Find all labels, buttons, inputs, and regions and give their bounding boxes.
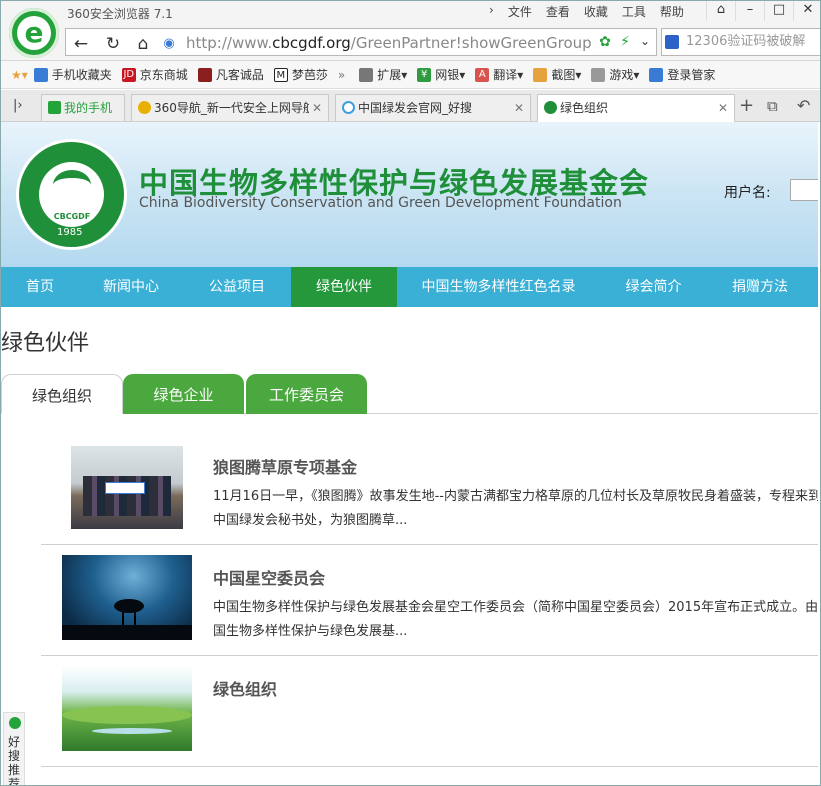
subtab-green-enterprise[interactable]: 绿色企业: [123, 374, 244, 414]
bookmark-games[interactable]: 游戏 ▾: [591, 66, 639, 83]
tab-close-icon[interactable]: ✕: [514, 95, 524, 121]
maximize-button[interactable]: □: [764, 1, 793, 21]
m-icon: M: [273, 67, 288, 82]
list-item[interactable]: 狼图腾草原专项基金 11月16日一早，《狼图腾》故事发生地--内蒙古满都宝力格草…: [41, 433, 818, 545]
reload-icon[interactable]: ↻: [100, 34, 126, 54]
list-item[interactable]: 中国星空委员会 中国生物多样性保护与绿色发展基金会星空工作委员会（简称中国星空委…: [41, 545, 818, 656]
360-nav-tab-icon: [138, 101, 151, 114]
site-banner: CBCGDF 1985 中国生物多样性保护与绿色发展基金会 China Biod…: [1, 122, 818, 267]
menu-bar: › 文件 查看 收藏 工具 帮助: [489, 3, 698, 20]
cbcgdf-logo[interactable]: CBCGDF 1985: [16, 139, 127, 250]
subtab-green-org[interactable]: 绿色组织: [1, 374, 123, 414]
tab-bar: |› 我的手机 360导航_新一代安全上网导航 ✕ 中国绿发会官网_好搜 ✕ 绿色组…: [1, 90, 820, 122]
item-description: 中国生物多样性保护与绿色发展基金会星空工作委员会（简称中国星空委员会）2015年…: [213, 600, 818, 639]
haosou-tab-icon: [342, 101, 355, 114]
back-arrow-icon[interactable]: ←: [68, 34, 94, 54]
address-box[interactable]: ← ↻ ⌂ ◉ http://www.cbcgdf.org/GreenPartn…: [65, 28, 657, 56]
site-name-en: China Biodiversity Conservation and Gree…: [139, 195, 622, 211]
main-nav: 首页 新闻中心 公益项目 绿色伙伴 中国生物多样性红色名录 绿会简介 捐赠方法: [1, 267, 818, 307]
menu-tools[interactable]: 工具: [622, 3, 646, 20]
bookmark-extensions[interactable]: 扩展 ▾: [359, 66, 407, 83]
add-favorite-icon[interactable]: ★▾: [11, 68, 28, 82]
more-bookmarks-icon[interactable]: »: [338, 68, 345, 82]
nav-projects[interactable]: 公益项目: [183, 267, 291, 307]
jd-icon: JD: [121, 67, 136, 82]
search-input[interactable]: 12306验证码被破解: [661, 28, 820, 56]
username-label: 用户名:: [724, 185, 771, 201]
item-title[interactable]: 中国星空委员会: [213, 565, 325, 589]
menu-file[interactable]: 文件: [508, 3, 532, 20]
item-thumbnail[interactable]: [62, 555, 192, 640]
url-field[interactable]: http://www.cbcgdf.org/GreenPartner!showG…: [186, 34, 596, 52]
item-title[interactable]: 绿色组织: [213, 676, 277, 700]
gamepad-icon: [591, 67, 606, 82]
nav-home[interactable]: 首页: [1, 267, 79, 307]
tab-360-nav[interactable]: 360导航_新一代安全上网导航 ✕: [131, 94, 329, 121]
site-info-icon[interactable]: ◉: [156, 36, 182, 51]
key-icon: [649, 67, 664, 82]
url-dropdown-icon[interactable]: ⌄: [632, 34, 658, 48]
bookmark-phone[interactable]: 手机收藏夹: [33, 66, 112, 83]
new-tab-icon[interactable]: +: [739, 95, 754, 116]
menu-favorites[interactable]: 收藏: [584, 3, 608, 20]
haosou-recommend-panel[interactable]: 好搜推荐: [3, 712, 25, 785]
app-title: 360安全浏览器 7.1: [67, 7, 173, 21]
bookmark-screenshot[interactable]: 截图 ▾: [533, 66, 581, 83]
haosou-icon: [9, 717, 21, 729]
vancl-icon: [197, 67, 212, 82]
phone-icon: [33, 67, 48, 82]
tab-haosou[interactable]: 中国绿发会官网_好搜 ✕: [335, 94, 531, 121]
close-window-button[interactable]: ✕: [793, 1, 820, 21]
tab-my-phone[interactable]: 我的手机: [41, 94, 125, 121]
title-bar: 360安全浏览器 7.1 › 文件 查看 收藏 工具 帮助 ⌂ – □ ✕: [1, 1, 820, 25]
phone-tab-icon: [48, 101, 61, 114]
nav-news[interactable]: 新闻中心: [79, 267, 183, 307]
cbcgdf-tab-icon: [544, 101, 557, 114]
bookmark-translate[interactable]: A 翻译 ▾: [475, 66, 523, 83]
nav-about[interactable]: 绿会简介: [600, 267, 707, 307]
subtab-bar: 绿色组织 绿色企业 工作委员会: [1, 374, 818, 414]
nav-green-partner[interactable]: 绿色伙伴: [291, 267, 397, 307]
bookmark-login[interactable]: 登录管家: [649, 66, 715, 83]
tab-green-org[interactable]: 绿色组织 ✕: [537, 94, 735, 122]
bank-icon: ¥: [417, 67, 432, 82]
undo-close-icon[interactable]: ↶: [797, 96, 810, 115]
menu-help[interactable]: 帮助: [660, 3, 684, 20]
browser-logo-icon[interactable]: e: [9, 8, 59, 58]
username-input[interactable]: [790, 179, 818, 201]
tab-close-icon[interactable]: ✕: [718, 95, 728, 121]
bookmark-jd[interactable]: JD 京东商城: [121, 66, 188, 83]
bookmarks-bar: ★▾ 手机收藏夹 JD 京东商城 凡客诚品 M 梦芭莎 » 扩展 ▾ ¥ 网银 ▾ A…: [1, 61, 820, 89]
restore-tabs-icon[interactable]: ⧉: [767, 97, 778, 115]
tab-close-icon[interactable]: ✕: [308, 95, 322, 121]
nav-red-list[interactable]: 中国生物多样性红色名录: [397, 267, 600, 307]
scissors-icon: [533, 67, 548, 82]
translate-icon: A: [475, 67, 490, 82]
item-description: 11月16日一早，《狼图腾》故事发生地--内蒙古满都宝力格草原的几位村长及草原牧…: [213, 489, 818, 528]
subtab-committee[interactable]: 工作委员会: [246, 374, 367, 414]
list-item[interactable]: 绿色组织: [41, 656, 818, 767]
bookmark-moonbasa[interactable]: M 梦芭莎: [273, 66, 328, 83]
bookmark-vancl[interactable]: 凡客诚品: [197, 66, 264, 83]
item-thumbnail[interactable]: [71, 446, 183, 529]
item-thumbnail[interactable]: [62, 666, 192, 751]
web-page: CBCGDF 1985 中国生物多样性保护与绿色发展基金会 China Biod…: [1, 122, 818, 785]
shirt-icon[interactable]: ⌂: [706, 1, 735, 21]
nav-donate[interactable]: 捐赠方法: [707, 267, 813, 307]
window-controls: ⌂ – □ ✕: [706, 1, 820, 21]
browser-window: 360安全浏览器 7.1 › 文件 查看 收藏 工具 帮助 ⌂ – □ ✕ e …: [0, 0, 821, 786]
address-bar-row: ← ↻ ⌂ ◉ http://www.cbcgdf.org/GreenPartn…: [1, 25, 820, 61]
sidebar-toggle-icon[interactable]: |›: [13, 98, 23, 113]
section-title: 绿色伙伴: [1, 331, 90, 356]
menu-chevron-icon[interactable]: ›: [489, 3, 494, 20]
search-engine-icon[interactable]: [665, 35, 679, 49]
grid-icon: [359, 67, 374, 82]
minimize-button[interactable]: –: [735, 1, 764, 21]
home-icon[interactable]: ⌂: [130, 34, 156, 54]
menu-view[interactable]: 查看: [546, 3, 570, 20]
bookmark-bank[interactable]: ¥ 网银 ▾: [417, 66, 465, 83]
item-title[interactable]: 狼图腾草原专项基金: [213, 454, 357, 478]
